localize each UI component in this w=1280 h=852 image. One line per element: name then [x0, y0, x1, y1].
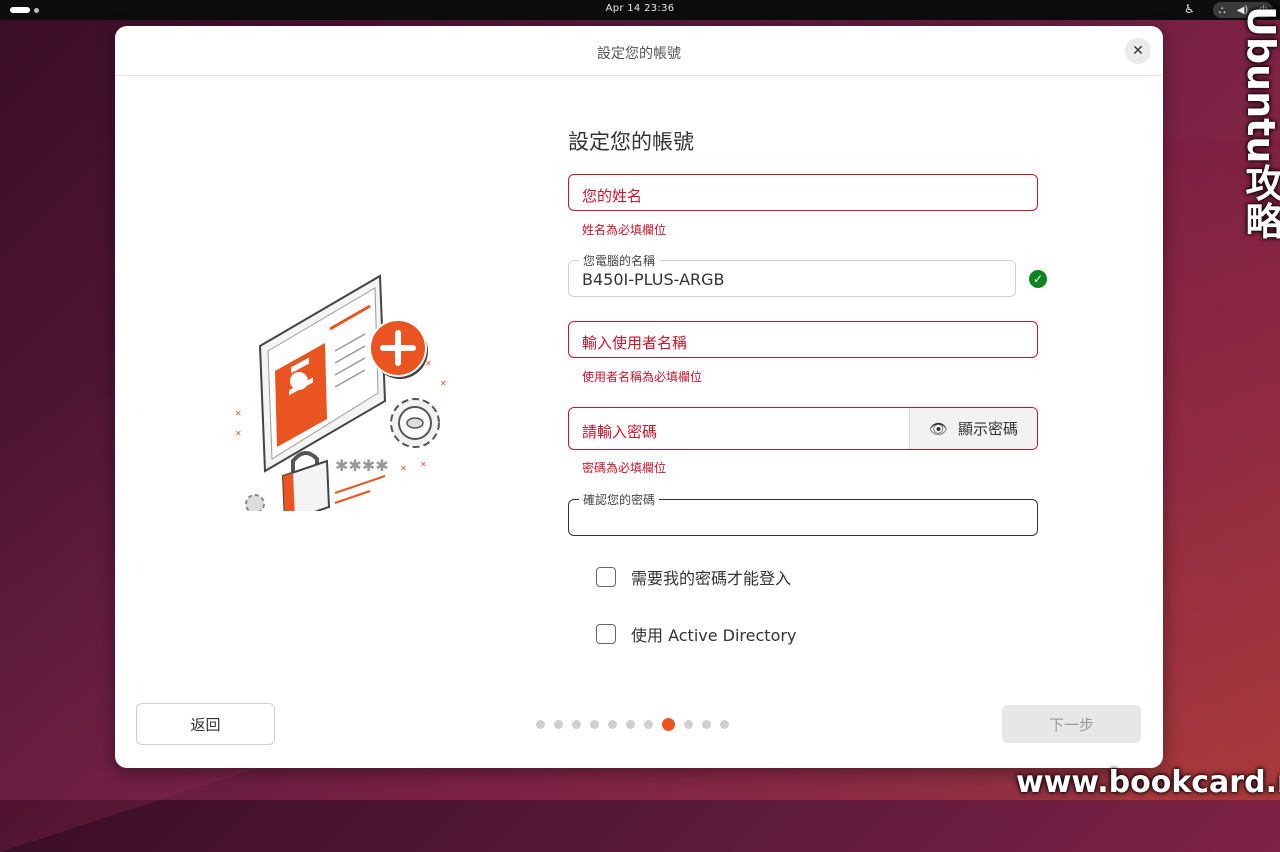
password-placeholder: 請輸入密碼 — [582, 423, 658, 441]
svg-text:✕: ✕ — [235, 409, 242, 418]
top-bar: Apr 14 23:36 ♿ ⛬ ◀) ⏻ — [0, 0, 1280, 20]
progress-dot — [572, 720, 581, 729]
password-field[interactable]: 請輸入密碼 👁 顯示密碼 — [568, 407, 1038, 450]
eye-icon: 👁 — [928, 419, 949, 438]
form-title: 設定您的帳號 — [568, 130, 694, 154]
svg-text:✕: ✕ — [235, 429, 242, 438]
gear-icon — [390, 398, 440, 448]
active-directory-checkbox[interactable] — [596, 624, 616, 644]
name-placeholder: 您的姓名 — [582, 187, 643, 205]
password-error: 密碼為必填欄位 — [582, 461, 667, 475]
progress-dot — [684, 720, 693, 729]
username-placeholder: 輸入使用者名稱 — [582, 334, 688, 352]
active-directory-label: 使用 Active Directory — [631, 626, 797, 645]
progress-dots — [536, 718, 729, 731]
progress-dot — [608, 720, 617, 729]
confirm-password-field[interactable]: 確認您的密碼 — [568, 491, 1038, 536]
watermark-url: www.bookcard.net — [1016, 765, 1280, 800]
setup-account-dialog: 設定您的帳號 ✕ ✱✱✱✱ ✕ ✕ ✕ ✕ ✕ ✕ 設定您的帳號 您的姓名 姓名… — [115, 26, 1163, 768]
next-button[interactable]: 下一步 — [1002, 705, 1141, 743]
gear-small-icon — [245, 494, 265, 511]
computer-name-label: 您電腦的名稱 — [579, 252, 660, 269]
accessibility-icon[interactable]: ♿ — [1184, 2, 1195, 16]
account-illustration: ✱✱✱✱ ✕ ✕ ✕ ✕ ✕ ✕ — [235, 274, 447, 511]
padlock-icon — [281, 451, 331, 511]
name-error: 姓名為必填欄位 — [582, 223, 667, 237]
confirm-password-label: 確認您的密碼 — [579, 491, 660, 508]
progress-dot-active — [662, 718, 675, 731]
dialog-title: 設定您的帳號 — [597, 46, 681, 62]
password-lines — [334, 475, 386, 504]
svg-text:✱✱✱✱: ✱✱✱✱ — [335, 456, 389, 475]
close-icon: ✕ — [1132, 43, 1144, 59]
password-asterisks: ✱✱✱✱ — [335, 456, 389, 475]
close-button[interactable]: ✕ — [1125, 38, 1151, 64]
show-password-button[interactable]: 👁 顯示密碼 — [909, 408, 1037, 449]
check-circle-icon: ✓ — [1029, 270, 1047, 288]
username-error: 使用者名稱為必填欄位 — [582, 370, 703, 384]
progress-dot — [626, 720, 635, 729]
name-field[interactable]: 您的姓名 — [568, 174, 1038, 211]
progress-dot — [644, 720, 653, 729]
watermark-side: Ubuntu攻略 — [1239, 6, 1280, 240]
progress-dot — [590, 720, 599, 729]
svg-text:✕: ✕ — [400, 464, 407, 473]
back-button[interactable]: 返回 — [136, 703, 275, 745]
svg-text:✕: ✕ — [425, 359, 432, 368]
svg-text:✕: ✕ — [440, 379, 447, 388]
clock[interactable]: Apr 14 23:36 — [0, 3, 1280, 14]
require-password-checkbox[interactable] — [596, 567, 616, 587]
network-icon: ⛬ — [1218, 4, 1226, 16]
svg-text:✕: ✕ — [420, 460, 427, 469]
computer-name-value: B450I-PLUS-ARGB — [582, 270, 725, 289]
computer-name-field[interactable]: 您電腦的名稱 B450I-PLUS-ARGB — [568, 252, 1016, 297]
active-directory-option[interactable]: 使用 Active Directory — [596, 622, 796, 646]
username-field[interactable]: 輸入使用者名稱 — [568, 321, 1038, 358]
progress-dot — [536, 720, 545, 729]
require-password-label: 需要我的密碼才能登入 — [631, 569, 792, 588]
progress-dot — [720, 720, 729, 729]
progress-dot — [554, 720, 563, 729]
show-password-label: 顯示密碼 — [958, 420, 1019, 438]
progress-dot — [702, 720, 711, 729]
dialog-header: 設定您的帳號 ✕ — [115, 26, 1163, 76]
require-password-option[interactable]: 需要我的密碼才能登入 — [596, 565, 791, 589]
